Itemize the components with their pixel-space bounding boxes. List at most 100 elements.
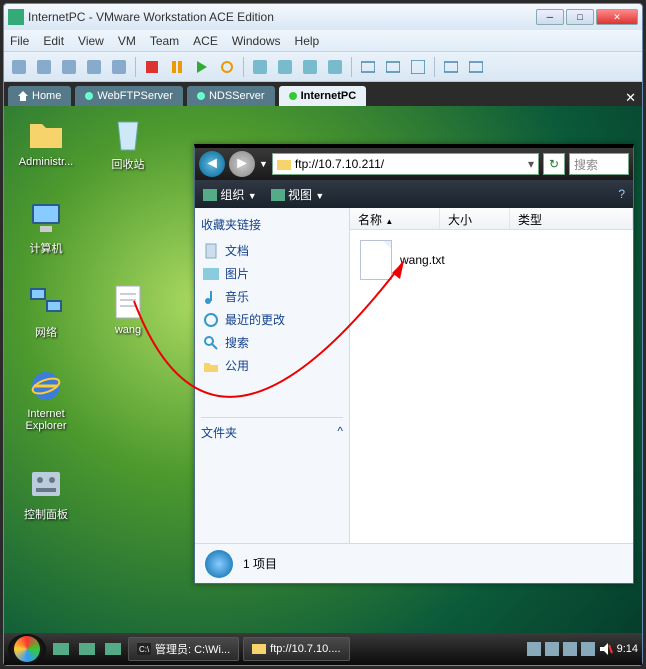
home-icon: [18, 91, 28, 101]
nav-dropdown-icon[interactable]: ▼: [259, 159, 268, 169]
explorer-window: ◄ ► ▼ ftp://10.7.10.211/ ▾ ↻ 搜索 组织 ▼ 视图 …: [194, 144, 634, 584]
cmd-icon: C:\: [137, 643, 151, 655]
menu-view[interactable]: View: [78, 34, 104, 48]
view-icon[interactable]: [357, 56, 379, 78]
explorer-commandbar: 组织 ▼ 视图 ▼ ?: [195, 180, 633, 208]
reset-icon[interactable]: [216, 56, 238, 78]
desktop-icon-computer[interactable]: 计算机: [10, 198, 82, 256]
tray-icon[interactable]: [581, 642, 595, 656]
tab-webftp[interactable]: WebFTPServer: [75, 86, 183, 106]
close-button[interactable]: ✕: [596, 9, 638, 25]
fav-pictures[interactable]: 图片: [201, 262, 343, 285]
fav-search[interactable]: 搜索: [201, 331, 343, 354]
desktop-icon-ie[interactable]: InternetExplorer: [10, 366, 82, 432]
fav-music[interactable]: 音乐: [201, 285, 343, 308]
fav-recent[interactable]: 最近的更改: [201, 308, 343, 331]
recycle-bin-icon: [108, 114, 148, 154]
address-dropdown-icon[interactable]: ▾: [528, 157, 534, 171]
tab-close-icon[interactable]: ✕: [625, 90, 636, 106]
search-input[interactable]: 搜索: [569, 153, 629, 175]
desktop-icon-wang[interactable]: wang: [92, 282, 164, 336]
snapshot-icon[interactable]: [249, 56, 271, 78]
system-tray: 9:14: [527, 642, 638, 656]
tray-icon[interactable]: [563, 642, 577, 656]
view-icon[interactable]: [465, 56, 487, 78]
forward-button[interactable]: ►: [229, 151, 255, 177]
explorer-navbar: ◄ ► ▼ ftp://10.7.10.211/ ▾ ↻ 搜索: [195, 148, 633, 180]
tb-icon[interactable]: [83, 56, 105, 78]
minimize-button[interactable]: ─: [536, 9, 564, 25]
col-size[interactable]: 大小: [440, 208, 510, 229]
tray-icon[interactable]: [545, 642, 559, 656]
task-cmd[interactable]: C:\管理员: C:\Wi...: [128, 637, 239, 661]
stop-icon[interactable]: [141, 56, 163, 78]
menu-file[interactable]: File: [10, 34, 29, 48]
file-item-wang[interactable]: wang.txt: [350, 230, 633, 290]
view-icon[interactable]: [440, 56, 462, 78]
running-icon: [197, 92, 205, 100]
menu-edit[interactable]: Edit: [43, 34, 64, 48]
vm-menubar: File Edit View VM Team ACE Windows Help: [4, 30, 642, 52]
menu-team[interactable]: Team: [150, 34, 179, 48]
desktop-icon-recycle[interactable]: 回收站: [92, 114, 164, 172]
folder-icon: [26, 114, 66, 154]
search-icon: [203, 335, 219, 351]
desktop-icon-network[interactable]: 网络: [10, 282, 82, 340]
address-bar[interactable]: ftp://10.7.10.211/ ▾: [272, 153, 539, 175]
quicklaunch-icon[interactable]: [50, 638, 72, 660]
tb-icon[interactable]: [108, 56, 130, 78]
text-file-icon: [108, 282, 148, 322]
tb-icon[interactable]: [8, 56, 30, 78]
play-icon[interactable]: [191, 56, 213, 78]
music-icon: [203, 289, 219, 305]
status-text: 1 项目: [243, 555, 277, 572]
view-button[interactable]: 视图 ▼: [271, 186, 325, 203]
documents-icon: [203, 243, 219, 259]
fav-documents[interactable]: 文档: [201, 239, 343, 262]
vm-app-icon: [8, 9, 24, 25]
guest-taskbar: C:\管理员: C:\Wi... ftp://10.7.10.... 9:14: [4, 633, 642, 665]
vm-tabs: Home WebFTPServer NDSServer InternetPC ✕: [4, 82, 642, 106]
task-explorer[interactable]: ftp://10.7.10....: [243, 637, 349, 661]
clock[interactable]: 9:14: [617, 643, 638, 655]
windows-orb-icon: [14, 636, 40, 662]
tb-icon[interactable]: [324, 56, 346, 78]
ie-icon: [26, 366, 66, 406]
back-button[interactable]: ◄: [199, 151, 225, 177]
running-icon: [289, 92, 297, 100]
recent-icon: [203, 312, 219, 328]
globe-icon: [205, 550, 233, 578]
desktop-icon-admin[interactable]: Administr...: [10, 114, 82, 168]
desktop-icon-controlpanel[interactable]: 控制面板: [10, 464, 82, 522]
tb-icon[interactable]: [58, 56, 80, 78]
fav-public[interactable]: 公用: [201, 354, 343, 377]
maximize-button[interactable]: □: [566, 9, 594, 25]
menu-ace[interactable]: ACE: [193, 34, 218, 48]
tab-internetpc[interactable]: InternetPC: [279, 86, 367, 106]
tb-icon[interactable]: [299, 56, 321, 78]
favorites-header: 收藏夹链接: [201, 216, 343, 233]
col-type[interactable]: 类型: [510, 208, 633, 229]
folders-toggle[interactable]: 文件夹^: [201, 417, 343, 441]
fullscreen-icon[interactable]: [407, 56, 429, 78]
pause-icon[interactable]: [166, 56, 188, 78]
menu-vm[interactable]: VM: [118, 34, 136, 48]
quicklaunch-icon[interactable]: [76, 638, 98, 660]
tb-icon[interactable]: [274, 56, 296, 78]
refresh-button[interactable]: ↻: [543, 153, 565, 175]
menu-help[interactable]: Help: [295, 34, 320, 48]
col-name[interactable]: 名称 ▲: [350, 208, 440, 229]
vm-title: InternetPC - VMware Workstation ACE Edit…: [28, 10, 534, 24]
menu-windows[interactable]: Windows: [232, 34, 281, 48]
view-icon[interactable]: [382, 56, 404, 78]
quicklaunch-icon[interactable]: [102, 638, 124, 660]
volume-icon[interactable]: [599, 642, 613, 656]
organize-button[interactable]: 组织 ▼: [203, 186, 257, 203]
help-icon[interactable]: ?: [618, 187, 625, 201]
column-headers: 名称 ▲ 大小 类型: [350, 208, 633, 230]
start-button[interactable]: [8, 634, 46, 664]
tray-icon[interactable]: [527, 642, 541, 656]
tab-nds[interactable]: NDSServer: [187, 86, 275, 106]
tab-home[interactable]: Home: [8, 86, 71, 106]
tb-icon[interactable]: [33, 56, 55, 78]
